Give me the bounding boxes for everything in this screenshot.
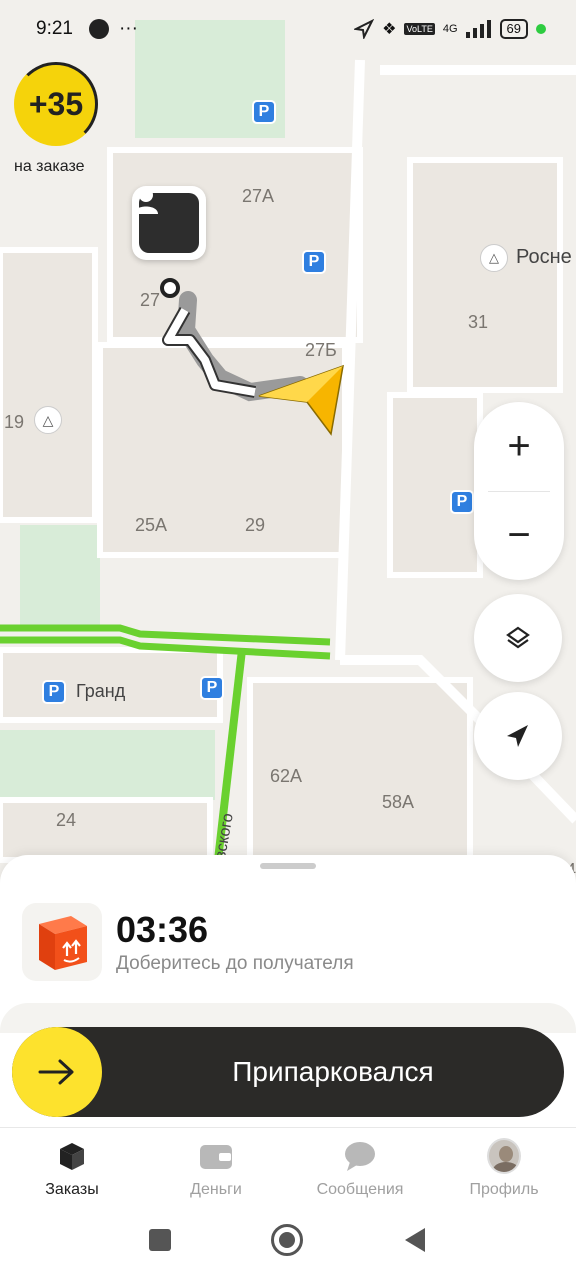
order-timer: 03:36 [116,909,209,950]
map-label-rosneft: Росне [516,246,572,268]
map-label-62a: 62А [270,766,303,786]
box-icon [55,1139,89,1173]
volte-icon: VoLTE [404,23,435,35]
tab-money-label: Деньги [190,1181,242,1198]
tab-profile[interactable]: Профиль [432,1138,576,1209]
network-type: 4G [442,23,458,35]
bluetooth-icon: ❖ [382,21,397,38]
more-notifications-icon: ··· [118,18,138,39]
map-label-27a: 27А [242,186,275,206]
avatar-icon [487,1138,521,1174]
parking-marker[interactable]: P [302,250,326,274]
education-poi-icon: △ [34,406,62,434]
zoom-in-button[interactable]: + [474,402,564,491]
home-button[interactable] [271,1224,303,1256]
tab-messages-label: Сообщения [316,1181,404,1198]
parking-marker[interactable]: P [450,490,474,514]
status-bar: 9:21 ··· ❖ VoLTE 4G 69 [0,0,576,58]
wallet-icon [199,1139,233,1173]
arrow-right-icon [38,1059,74,1085]
sheet-handle[interactable] [260,863,316,869]
zoom-out-button[interactable]: − [474,491,564,580]
map-label-25a: 25А [135,515,168,535]
parked-button-label: Припарковался [232,1056,434,1087]
person-icon [134,188,199,253]
tab-orders[interactable]: Заказы [0,1139,144,1209]
recent-apps-button[interactable] [149,1229,171,1251]
location-icon [354,19,375,39]
client-marker[interactable] [132,186,206,260]
map-label-grand: Гранд [76,681,126,701]
parking-marker[interactable]: P [200,676,224,700]
navigation-arrow-icon [507,725,528,747]
system-nav-bar [0,1200,576,1280]
map-label-58a: 58А [382,792,415,812]
tab-orders-label: Заказы [45,1181,99,1198]
map-label-29: 29 [245,515,266,535]
privacy-dot-icon [536,24,546,34]
app-notification-icon [88,19,109,39]
parked-slide-button[interactable]: Припарковался [12,1027,564,1117]
map-layers-button[interactable] [474,594,562,682]
tabbar-divider [0,1127,576,1128]
map-label-27b: 27Б [305,340,337,360]
battery-level: 69 [499,19,528,39]
my-location-button[interactable] [474,692,562,780]
signal-icon [465,20,491,38]
back-button[interactable] [403,1227,427,1253]
map-label-19: 19 [4,412,25,432]
order-box-icon [22,903,102,981]
map-label-24: 24 [56,810,77,830]
bonus-badge[interactable]: +35 [14,62,98,146]
layers-icon [506,626,530,649]
tab-messages[interactable]: Сообщения [288,1139,432,1209]
map-label-27: 27 [140,290,161,310]
parking-marker[interactable]: P [252,100,276,124]
tab-profile-label: Профиль [469,1181,539,1198]
navigator-arrow-icon [258,364,344,436]
map-label-31: 31 [468,312,489,332]
parking-marker[interactable]: P [42,680,66,704]
order-instruction: Доберитесь до получателя [116,953,354,974]
status-indicators: ❖ VoLTE 4G 69 [354,19,546,39]
skating-poi-icon: △ [480,244,508,272]
zoom-control: + − [474,402,564,580]
status-time: 9:21 [36,18,73,39]
tab-money[interactable]: Деньги [144,1139,288,1209]
chat-icon [343,1139,377,1173]
bottom-tab-bar: Заказы Деньги Сообщения Профиль [0,1138,576,1209]
bonus-caption: на заказе [14,158,85,175]
slider-knob[interactable] [12,1027,102,1117]
